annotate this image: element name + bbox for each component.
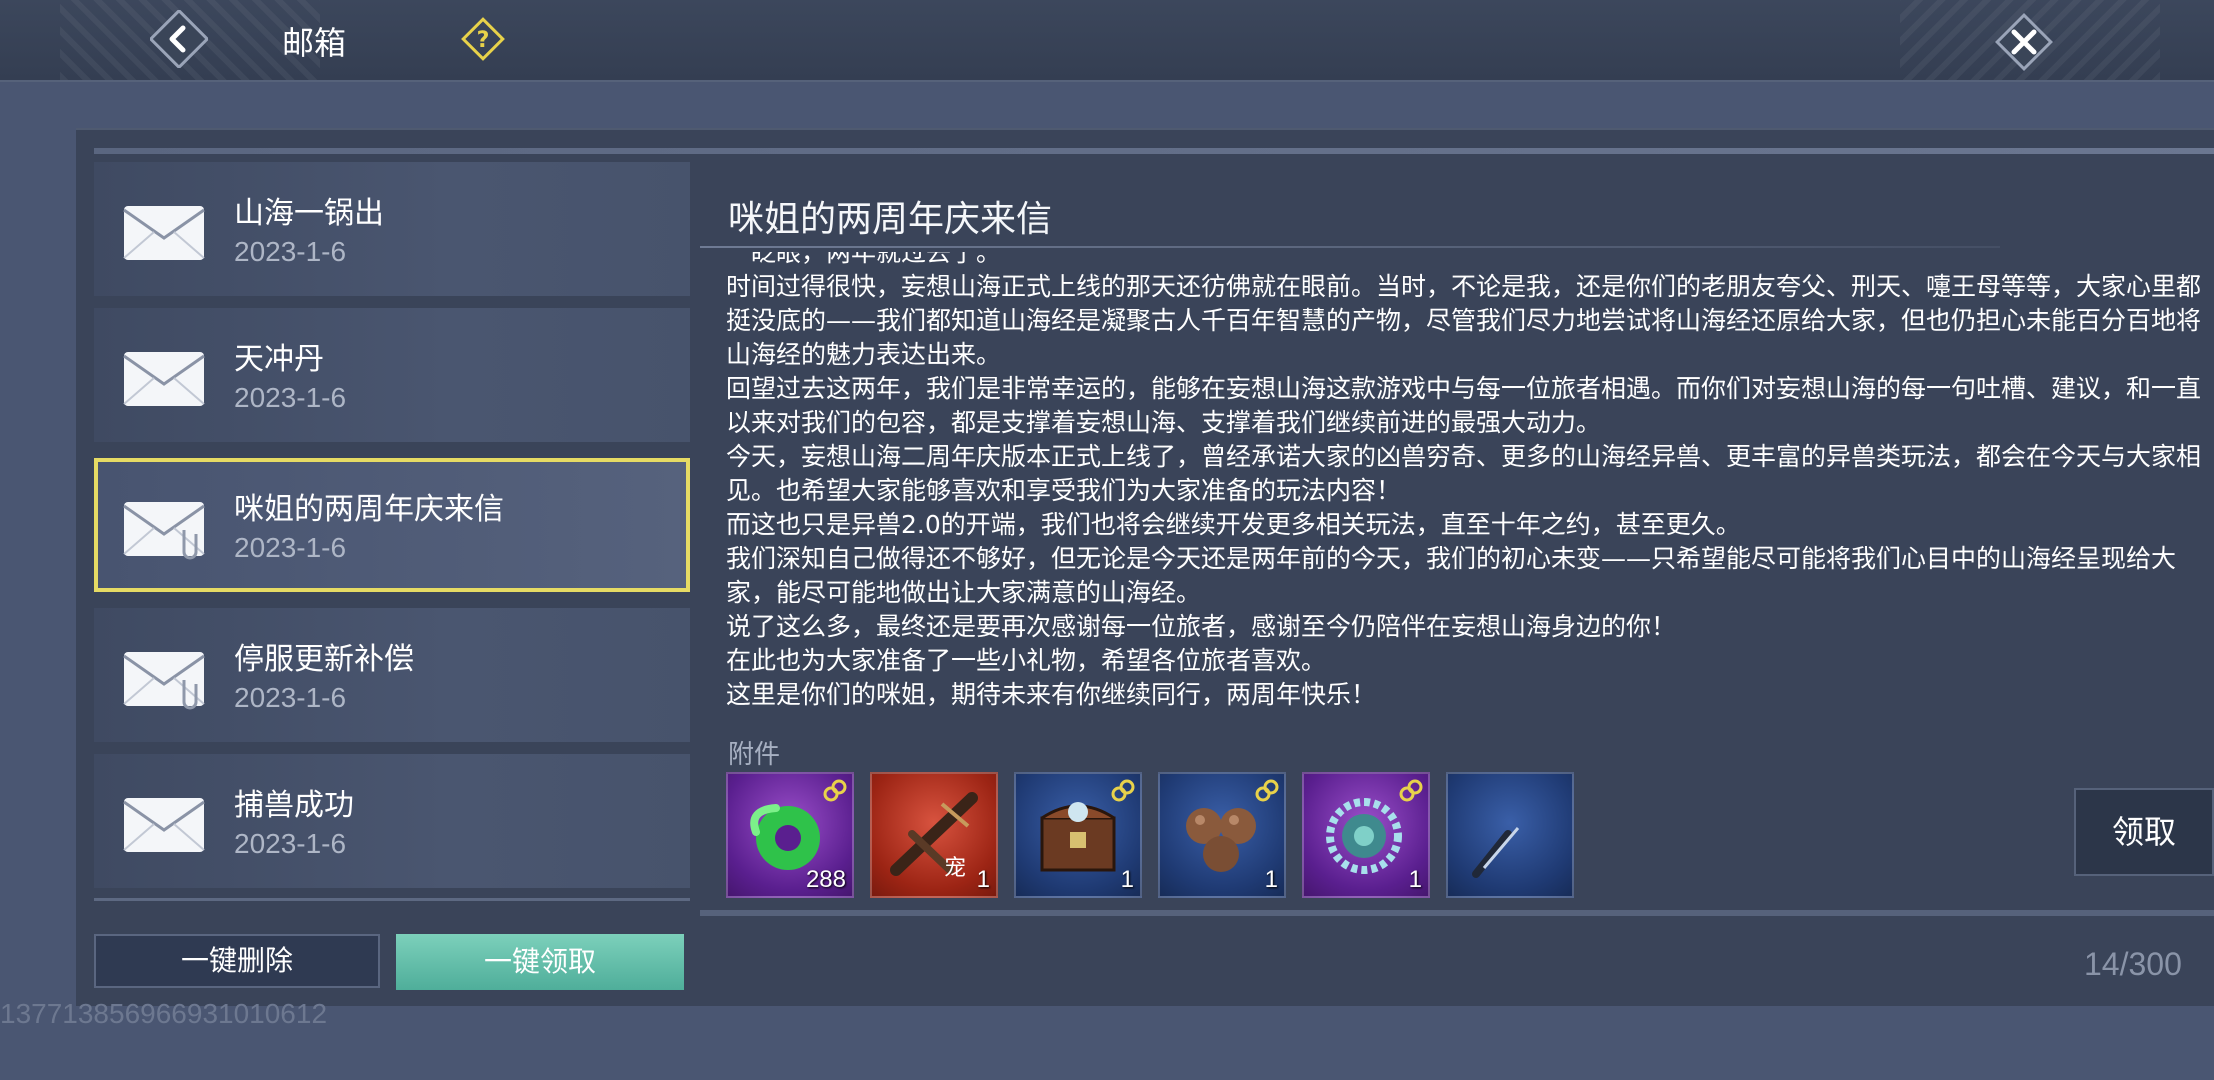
mail-subject: 捕兽成功 [234, 788, 354, 823]
mail-item-2[interactable]: 咪姐的两周年庆来信 2023-1-6 [94, 458, 690, 592]
bound-chain-icon [1255, 779, 1279, 802]
mail-subject: 山海一锅出 [234, 196, 384, 231]
help-question-icon: ? [461, 17, 505, 61]
close-button[interactable] [1994, 12, 2054, 72]
detail-title-divider [700, 246, 2000, 248]
svg-text:?: ? [477, 28, 490, 53]
mail-subject: 停服更新补偿 [234, 642, 414, 677]
envelope-attachment-icon [123, 652, 205, 710]
top-bar: 邮箱 ? [0, 0, 2214, 82]
detail-bottom-divider [700, 910, 2214, 916]
mail-counter: 14/300 [2084, 946, 2182, 982]
panel-top-divider [94, 148, 2214, 154]
bound-chain-icon [1399, 779, 1423, 802]
mail-date: 2023-1-6 [234, 682, 347, 713]
page-title: 邮箱 [282, 24, 347, 62]
item-count: 1 [976, 866, 990, 893]
attachment-item-5[interactable] [1446, 772, 1574, 898]
blade-icon [1472, 827, 1520, 878]
bound-chain-icon [1111, 779, 1135, 802]
item-count: 1 [1264, 866, 1278, 893]
mail-item-0[interactable]: 山海一锅出 2023-1-6 [94, 162, 690, 296]
attachment-label: 附件 [728, 740, 781, 770]
mail-item-3[interactable]: 停服更新补偿 2023-1-6 [94, 608, 690, 742]
envelope-icon [123, 352, 205, 406]
mail-detail-title: 咪姐的两周年庆来信 [728, 199, 1053, 240]
mail-item-4[interactable]: 捕兽成功 2023-1-6 [94, 754, 690, 888]
mail-item-1[interactable]: 天冲丹 2023-1-6 [94, 308, 690, 442]
attachment-item-0[interactable]: 288 [726, 772, 854, 898]
item-count: 1 [1408, 866, 1422, 893]
envelope-icon [123, 798, 205, 852]
mail-body-scroll[interactable]: 一眨眼，两年就过去了。 时间过得很快，妄想山海正式上线的那天还彷佛就在眼前。当时… [726, 252, 2214, 726]
mail-body-text: 一眨眼，两年就过去了。 时间过得很快，妄想山海正式上线的那天还彷佛就在眼前。当时… [726, 252, 2202, 709]
envelope-attachment-icon [123, 502, 205, 560]
item-count: 288 [805, 866, 846, 893]
back-arrow-icon [148, 8, 210, 70]
attachment-item-4[interactable]: 1 [1302, 772, 1430, 898]
mail-date: 2023-1-6 [234, 828, 347, 859]
attachment-item-1[interactable]: 宠 1 [870, 772, 998, 898]
attachment-item-3[interactable]: 1 [1158, 772, 1286, 898]
mail-subject: 咪姐的两周年庆来信 [234, 492, 504, 527]
pet-tag-label: 宠 [944, 856, 967, 881]
mail-date: 2023-1-6 [234, 236, 347, 267]
bound-chain-icon [823, 779, 847, 802]
envelope-icon [123, 206, 205, 260]
mail-date: 2023-1-6 [234, 532, 347, 563]
mail-subject: 天冲丹 [234, 342, 324, 377]
claim-all-button[interactable]: 一键领取 [396, 934, 684, 990]
receive-button[interactable]: 领取 [2074, 788, 2214, 876]
mail-date: 2023-1-6 [234, 382, 347, 413]
back-button[interactable] [148, 8, 210, 70]
close-x-icon [1995, 13, 2053, 71]
list-divider [94, 898, 690, 901]
item-count: 1 [1120, 866, 1134, 893]
help-button[interactable]: ? [460, 16, 506, 62]
attachment-item-2[interactable]: 1 [1014, 772, 1142, 898]
player-id-watermark: 137713856966931010612 [0, 998, 328, 1029]
attachment-list[interactable]: 288 宠 1 1 1 1 [726, 772, 2066, 900]
delete-all-button[interactable]: 一键删除 [94, 934, 380, 988]
